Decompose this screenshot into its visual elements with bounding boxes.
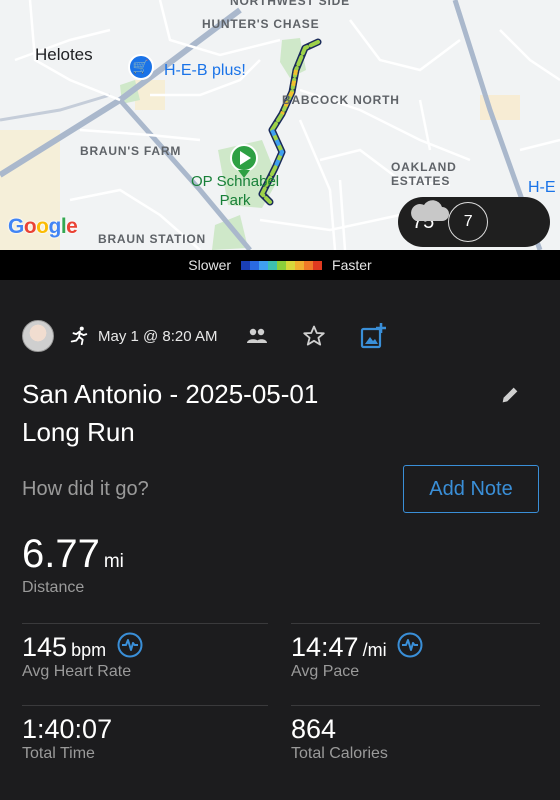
- uv-index-badge: 7: [448, 202, 489, 242]
- google-logo: Google: [8, 215, 78, 238]
- activity-meta-row: May 1 @ 8:20 AM: [22, 320, 542, 352]
- map-label-northwest-side: NORTHWEST SIDE: [230, 0, 350, 8]
- avg-heart-rate-label: Avg Heart Rate: [22, 663, 132, 680]
- how-did-it-go-prompt: How did it go?: [22, 478, 149, 500]
- divider: [291, 623, 540, 624]
- edit-pencil-icon[interactable]: [499, 384, 521, 406]
- map-label-helotes: Helotes: [35, 45, 93, 64]
- legend-slower: Slower: [188, 257, 232, 273]
- activity-date: May 1 @ 8:20 AM: [98, 327, 218, 345]
- map-label-heb-right: H-E: [528, 179, 556, 196]
- avg-heart-rate-unit: bpm: [71, 640, 107, 660]
- distance-label: Distance: [22, 579, 85, 596]
- distance-stat: 6.77 mi Distance: [22, 532, 124, 597]
- total-calories-stat: 864 Total Calories: [291, 714, 388, 763]
- avg-pace-value: 14:47: [291, 632, 359, 662]
- distance-unit: mi: [103, 551, 124, 572]
- shopping-cart-icon[interactable]: 🛒: [128, 54, 154, 80]
- total-calories-label: Total Calories: [291, 745, 388, 762]
- avg-pace-label: Avg Pace: [291, 663, 360, 680]
- total-time-label: Total Time: [22, 745, 95, 762]
- route-map[interactable]: NORTHWEST SIDE HUNTER'S CHASE Helotes 🛒 …: [0, 0, 560, 250]
- pace-legend: Slower Faster: [0, 250, 560, 280]
- divider: [291, 705, 540, 706]
- cloud-icon: [411, 200, 449, 221]
- legend-faster: Faster: [332, 257, 372, 273]
- total-time-value: 1:40:07: [22, 714, 113, 744]
- map-label-oakland-estates: OAKLAND ESTATES: [391, 160, 457, 188]
- avg-heart-rate-stat: 145 bpm Avg Heart Rate: [22, 632, 143, 681]
- pace-color-bar: [241, 260, 323, 270]
- total-time-stat: 1:40:07 Total Time: [22, 714, 112, 763]
- running-icon: [70, 326, 88, 346]
- activity-title: San Antonio - 2025-05-01 Long Run: [22, 379, 319, 447]
- map-label-babcock-north: BABCOCK NORTH: [282, 93, 400, 107]
- distance-value: 6.77: [22, 532, 100, 576]
- total-calories-value: 864: [291, 714, 337, 744]
- map-label-hunters-chase: HUNTER'S CHASE: [202, 17, 320, 31]
- people-icon[interactable]: [245, 324, 269, 348]
- map-label-braun-station: BRAUN STATION: [98, 232, 206, 246]
- avatar[interactable]: [22, 320, 54, 352]
- star-icon[interactable]: [302, 324, 326, 348]
- map-label-park: OP Schnabel Park: [191, 173, 280, 209]
- divider: [22, 705, 268, 706]
- map-label-brauns-farm: BRAUN'S FARM: [80, 144, 182, 158]
- pace-chart-icon[interactable]: [397, 632, 423, 658]
- avg-pace-unit: /mi: [362, 640, 387, 660]
- map-label-heb[interactable]: H-E-B plus!: [164, 62, 246, 80]
- activity-details: May 1 @ 8:20 AM San Antonio - 2025-05-01…: [0, 280, 560, 800]
- divider: [22, 623, 268, 624]
- avg-pace-stat: 14:47/mi Avg Pace: [291, 632, 423, 681]
- add-photo-icon[interactable]: [359, 322, 387, 350]
- add-note-button[interactable]: Add Note: [403, 465, 539, 513]
- weather-pill[interactable]: 75° 7: [398, 197, 550, 247]
- avg-heart-rate-value: 145: [22, 632, 68, 662]
- heart-rate-chart-icon[interactable]: [117, 632, 143, 658]
